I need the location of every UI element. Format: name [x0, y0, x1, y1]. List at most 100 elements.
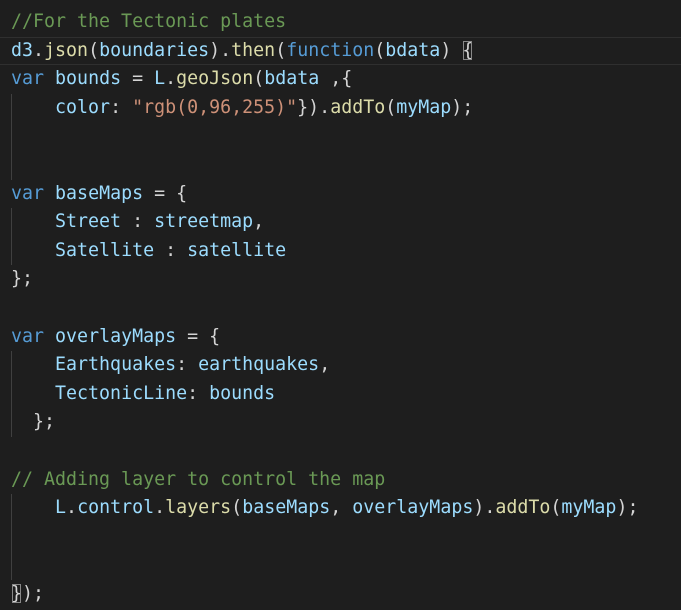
code-token: ,{ [319, 68, 353, 90]
code-line-text: var overlayMaps = { [11, 323, 220, 352]
code-line-text: TectonicLine: bounds [11, 380, 275, 409]
code-line-14[interactable]: TectonicLine: bounds [0, 379, 681, 409]
code-line-21[interactable]: }); [0, 580, 681, 609]
code-token: overlayMaps [352, 497, 474, 519]
code-line-11[interactable] [0, 294, 681, 323]
code-token: bounds [55, 68, 122, 90]
code-line-16[interactable] [0, 437, 681, 466]
code-line-15[interactable]: }; [0, 408, 681, 437]
matched-bracket: } [11, 583, 23, 604]
code-token: bounds [209, 382, 276, 404]
code-token: }). [297, 96, 331, 118]
code-line-12[interactable]: var overlayMaps = { [0, 323, 681, 352]
code-token: L [55, 497, 67, 519]
code-token: json [44, 39, 89, 61]
code-line-10[interactable]: }; [0, 265, 681, 294]
code-token: ); [451, 96, 474, 118]
code-line-text: L.control.layers(baseMaps, overlayMaps).… [11, 494, 638, 523]
code-token: Earthquakes [55, 354, 177, 376]
code-line-4[interactable]: color: "rgb(0,96,255)"}).addTo(myMap); [0, 93, 681, 123]
code-token: , [330, 497, 353, 519]
code-token: ( [385, 96, 397, 118]
code-line-5[interactable] [0, 122, 681, 151]
code-token: layers [165, 497, 232, 519]
code-token: : [121, 211, 155, 233]
code-editor[interactable]: //For the Tectonic plates d3.json(boundar… [0, 0, 681, 610]
code-token: color [55, 96, 111, 118]
code-token: L [154, 68, 166, 90]
code-line-text: var bounds = L.geoJson(bdata ,{ [11, 65, 352, 94]
code-token: ). [209, 39, 232, 61]
code-line-7[interactable]: var baseMaps = { [0, 180, 681, 209]
code-token: ( [374, 39, 386, 61]
code-token: . [165, 68, 177, 90]
code-token: d3 [11, 39, 34, 61]
code-line-text: Earthquakes: earthquakes, [11, 351, 330, 380]
indent-guide [11, 522, 12, 552]
code-token: baseMaps [55, 182, 144, 204]
code-token: ) [440, 39, 463, 61]
code-token: var [11, 325, 45, 347]
code-token: myMap [561, 497, 617, 519]
code-token: ( [253, 68, 265, 90]
code-token: var [11, 68, 45, 90]
code-line-text: // Adding layer to control the map [11, 466, 385, 495]
code-line-text: d3.json(boundaries).then(function(bdata)… [11, 37, 473, 66]
code-token: ( [275, 39, 287, 61]
code-token: bdata [264, 68, 320, 90]
code-line-3[interactable]: var bounds = L.geoJson(bdata ,{ [0, 65, 681, 94]
code-line-1[interactable]: //For the Tectonic plates [0, 8, 681, 37]
indent-guide [11, 122, 12, 151]
code-token: . [66, 497, 78, 519]
code-token: = { [143, 182, 188, 204]
code-token: ( [231, 497, 243, 519]
code-token: }; [11, 268, 34, 290]
code-token: ); [22, 583, 45, 604]
code-token: //For the Tectonic plates [11, 11, 287, 32]
code-token: addTo [330, 96, 386, 118]
code-token: , [253, 211, 265, 233]
code-line-text: Street : streetmap, [11, 208, 264, 237]
code-line-text: var baseMaps = { [11, 180, 187, 209]
code-line-19[interactable] [0, 522, 681, 552]
code-token: : [110, 96, 133, 118]
code-token: // Adding layer to control the map [11, 468, 386, 490]
code-token: ). [473, 497, 496, 519]
code-line-6[interactable] [0, 151, 681, 180]
code-token: Street [55, 211, 122, 233]
code-token: ( [88, 39, 100, 61]
code-token: satellite [187, 239, 287, 261]
code-line-17[interactable]: // Adding layer to control the map [0, 466, 681, 495]
code-token: , [319, 354, 331, 376]
code-token: var [11, 182, 45, 204]
code-line-text: }; [11, 265, 33, 294]
code-token: TectonicLine [55, 382, 188, 404]
code-token: ); [616, 497, 639, 519]
code-line-2[interactable]: d3.json(boundaries).then(function(bdata)… [0, 36, 681, 66]
code-token: "rgb(0,96,255)" [132, 96, 298, 118]
code-token: : [176, 354, 199, 376]
code-line-13[interactable]: Earthquakes: earthquakes, [0, 351, 681, 380]
code-line-8[interactable]: Street : streetmap, [0, 208, 681, 237]
code-line-20[interactable] [0, 551, 681, 580]
code-token: streetmap [154, 211, 254, 233]
code-token: baseMaps [242, 497, 331, 519]
code-token: . [33, 39, 45, 61]
code-token: function [286, 39, 375, 61]
code-token: control [77, 497, 155, 519]
code-token: = { [176, 325, 221, 347]
code-line-18[interactable]: L.control.layers(baseMaps, overlayMaps).… [0, 494, 681, 523]
code-token: = [121, 68, 155, 90]
code-line-text: //For the Tectonic plates [11, 8, 286, 37]
code-line-9[interactable]: Satellite : satellite [0, 236, 681, 266]
code-line-text: }; [11, 408, 55, 437]
indent-guide [11, 151, 12, 180]
